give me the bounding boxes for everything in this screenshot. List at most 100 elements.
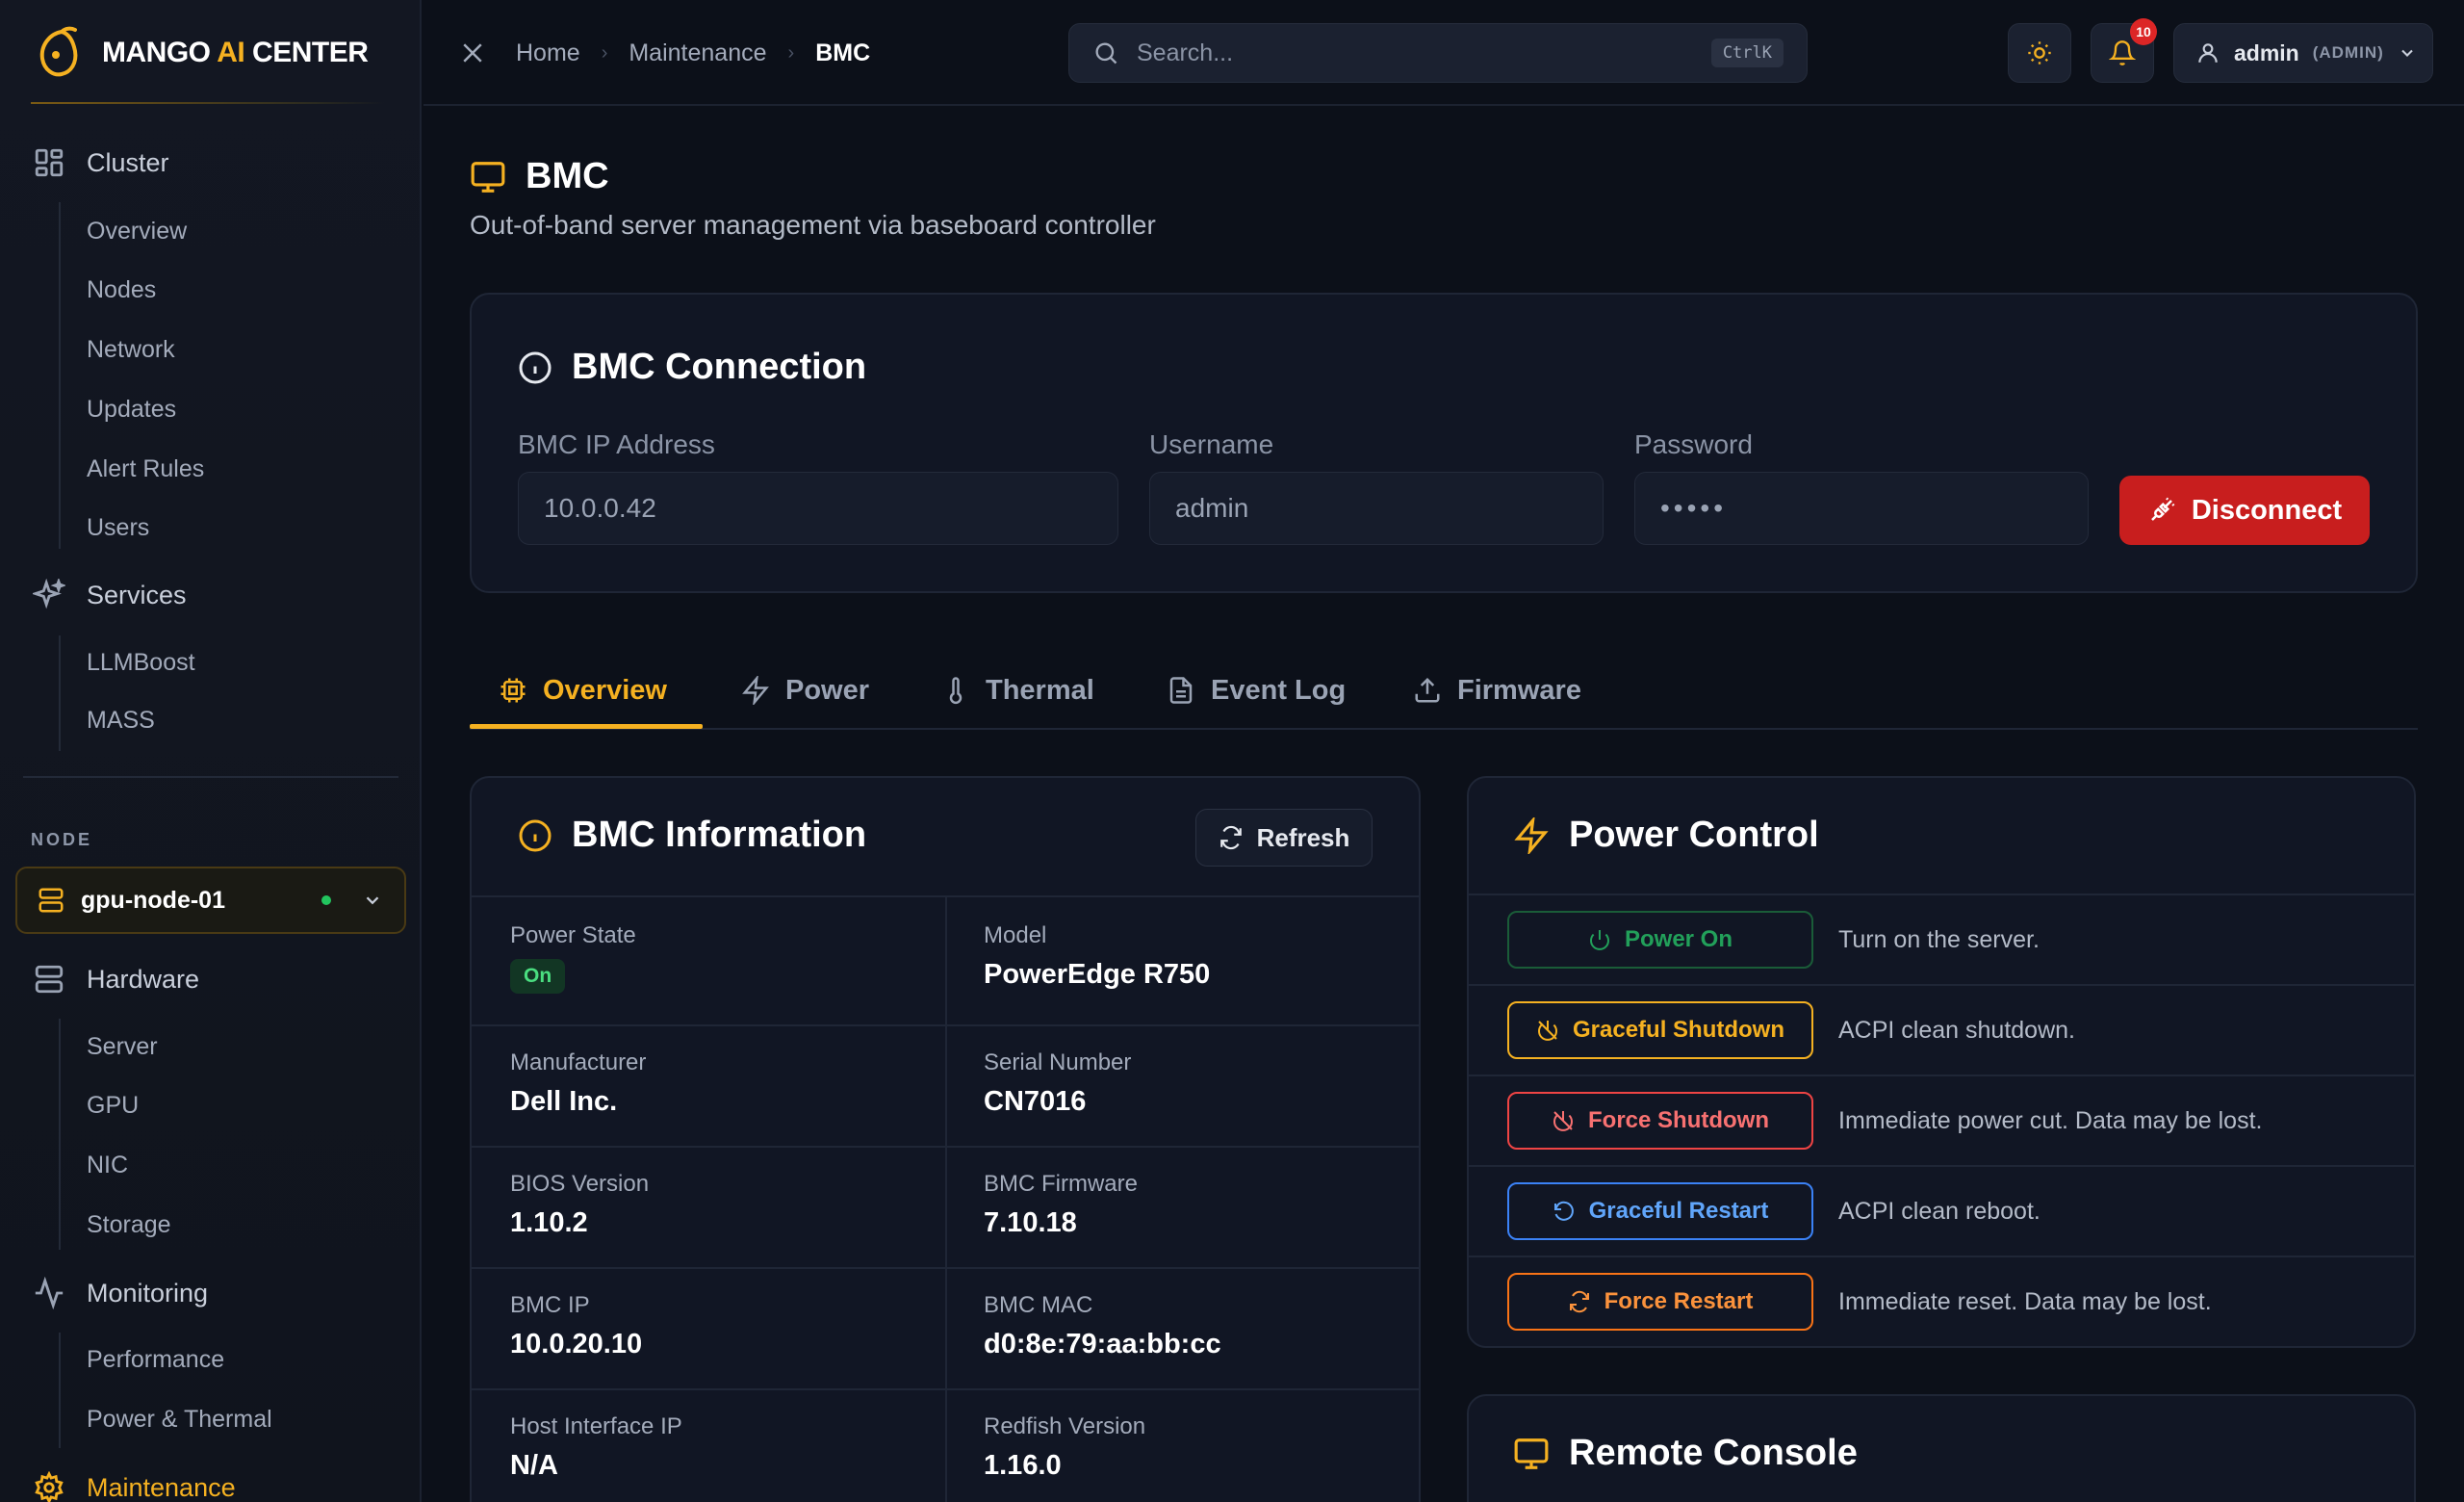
close-icon[interactable] <box>458 39 487 67</box>
grid-column-divider <box>945 895 947 1502</box>
theme-toggle-button[interactable] <box>2008 23 2071 83</box>
tab-thermal[interactable]: Thermal <box>941 651 1094 730</box>
sidebar-item-storage[interactable]: Storage <box>87 1211 171 1239</box>
username-input[interactable]: admin <box>1149 472 1604 545</box>
brand-divider <box>31 102 385 104</box>
bmc-connection-card <box>470 293 2418 593</box>
graceful-restart-button[interactable]: Graceful Restart <box>1507 1182 1813 1240</box>
brand-name: MANGO AI CENTER <box>102 37 369 68</box>
power-on-button[interactable]: Power On <box>1507 911 1813 969</box>
mango-logo-icon <box>33 26 83 80</box>
notification-count-badge: 10 <box>2130 18 2157 45</box>
hardware-server-icon <box>33 963 65 996</box>
sidebar-item-services[interactable]: Services <box>33 579 187 611</box>
node-select[interactable]: gpu-node-01 <box>15 867 406 934</box>
sidebar-item-mass[interactable]: MASS <box>87 707 155 735</box>
monitor-icon <box>470 159 506 195</box>
sidebar-item-overview[interactable]: Overview <box>87 218 187 246</box>
bmc-connection-title: BMC Connection <box>518 347 866 388</box>
info-bmc-mac: BMC MAC d0:8e:79:aa:bb:cc <box>984 1292 1221 1360</box>
refresh-icon <box>1219 825 1244 850</box>
search-icon <box>1092 39 1119 66</box>
sidebar-item-users[interactable]: Users <box>87 514 149 542</box>
page-title-text: BMC <box>526 156 609 196</box>
sidebar-divider <box>23 776 398 778</box>
row-divider <box>1467 1075 2416 1076</box>
power-off-icon <box>1536 1019 1559 1042</box>
row-divider <box>1467 1256 2416 1257</box>
cluster-tree-line <box>59 202 61 549</box>
graceful-shutdown-button[interactable]: Graceful Shutdown <box>1507 1001 1813 1059</box>
user-icon <box>2195 40 2220 65</box>
sidebar-item-maintenance[interactable]: Maintenance <box>33 1471 236 1502</box>
brand[interactable]: MANGO AI CENTER <box>0 0 422 106</box>
tab-event-log[interactable]: Event Log <box>1167 651 1346 730</box>
chevron-down-icon <box>362 890 383 911</box>
graceful-shutdown-description: ACPI clean shutdown. <box>1838 1017 2075 1044</box>
info-bmc-firmware: BMC Firmware 7.10.18 <box>984 1171 1138 1238</box>
tab-firmware[interactable]: Firmware <box>1413 651 1581 730</box>
page-subtitle: Out-of-band server management via basebo… <box>470 210 1156 240</box>
sidebar-item-llmboost[interactable]: LLMBoost <box>87 649 195 677</box>
server-icon <box>37 886 65 915</box>
breadcrumb-separator-icon: › <box>601 41 608 64</box>
sidebar-item-updates[interactable]: Updates <box>87 396 176 424</box>
notifications-button[interactable]: 10 <box>2091 18 2157 83</box>
sidebar-item-monitoring[interactable]: Monitoring <box>33 1277 208 1309</box>
breadcrumb-home[interactable]: Home <box>516 39 580 67</box>
power-control-title: Power Control <box>1513 815 1819 856</box>
monitoring-tree-line <box>59 1333 61 1448</box>
password-input[interactable]: ••••• <box>1634 472 2089 545</box>
row-divider <box>1467 893 2416 895</box>
power-on-description: Turn on the server. <box>1838 926 2040 953</box>
monitor-icon <box>1513 1436 1550 1472</box>
page-title: BMC <box>470 156 609 197</box>
search-placeholder: Search... <box>1137 39 1234 66</box>
info-icon <box>518 350 552 385</box>
sidebar-item-power-thermal[interactable]: Power & Thermal <box>87 1406 272 1434</box>
info-icon <box>518 818 552 853</box>
sidebar-item-network[interactable]: Network <box>87 336 175 364</box>
sidebar-item-nic[interactable]: NIC <box>87 1152 128 1179</box>
sidebar-item-performance[interactable]: Performance <box>87 1346 224 1374</box>
force-restart-button[interactable]: Force Restart <box>1507 1273 1813 1331</box>
bmc-ip-input[interactable]: 10.0.0.42 <box>518 472 1118 545</box>
force-shutdown-description: Immediate power cut. Data may be lost. <box>1838 1107 2263 1134</box>
node-section-label: NODE <box>31 830 93 849</box>
row-divider <box>1467 984 2416 986</box>
sidebar-item-alert-rules[interactable]: Alert Rules <box>87 455 204 483</box>
active-tab-indicator <box>470 724 703 729</box>
breadcrumb-separator-icon: › <box>787 41 795 64</box>
disconnect-button[interactable]: Disconnect <box>2119 476 2370 545</box>
sidebar-item-nodes[interactable]: Nodes <box>87 276 156 304</box>
tab-power[interactable]: Power <box>741 651 869 730</box>
sidebar-item-gpu[interactable]: GPU <box>87 1092 139 1120</box>
activity-icon <box>33 1277 65 1309</box>
sun-icon <box>2026 39 2053 66</box>
sparkles-icon <box>33 579 65 611</box>
force-shutdown-button[interactable]: Force Shutdown <box>1507 1092 1813 1150</box>
sidebar-item-server[interactable]: Server <box>87 1033 158 1061</box>
zap-icon <box>1513 816 1550 854</box>
sidebar: MANGO AI CENTER Cluster Overview Nodes N… <box>0 0 422 1502</box>
refresh-button[interactable]: Refresh <box>1195 809 1373 867</box>
node-select-value: gpu-node-01 <box>81 886 225 914</box>
power-off-icon <box>1552 1109 1575 1132</box>
bmc-ip-label: BMC IP Address <box>518 429 715 459</box>
breadcrumb-current: BMC <box>815 39 871 66</box>
info-bios-version: BIOS Version 1.10.2 <box>510 1171 650 1238</box>
info-power-state: Power State On <box>510 922 636 994</box>
file-text-icon <box>1167 676 1195 705</box>
topbar: Home › Maintenance › BMC Search... CtrlK… <box>424 0 2464 106</box>
power-state-badge: On <box>510 959 566 994</box>
search-input[interactable]: Search... CtrlK <box>1068 23 1808 83</box>
breadcrumb-maintenance[interactable]: Maintenance <box>629 39 766 67</box>
password-label: Password <box>1634 429 1753 459</box>
user-menu-button[interactable]: admin (ADMIN) <box>2173 23 2433 83</box>
sidebar-item-cluster[interactable]: Cluster <box>33 146 169 179</box>
tab-overview[interactable]: Overview <box>499 651 667 730</box>
cpu-icon <box>499 676 527 705</box>
info-serial-number: Serial Number CN7016 <box>984 1049 1132 1117</box>
info-model: Model PowerEdge R750 <box>984 922 1211 990</box>
sidebar-item-hardware[interactable]: Hardware <box>33 963 199 996</box>
